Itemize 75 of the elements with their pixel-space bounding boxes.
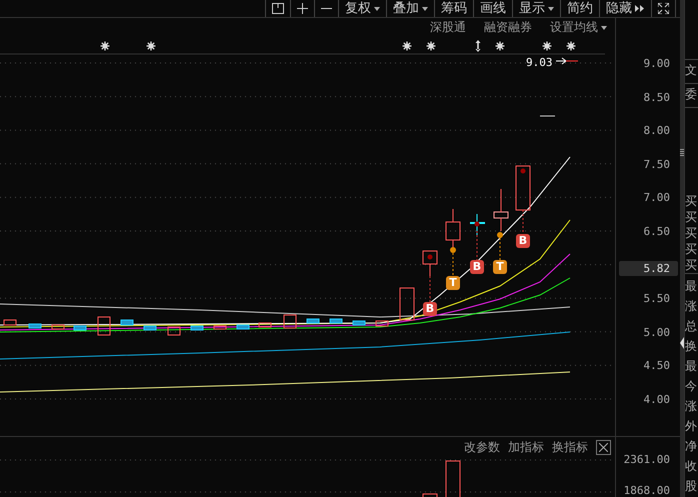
price-axis-label: 5.00 — [644, 326, 670, 340]
stat-label: 净 — [685, 438, 698, 455]
quote-label: 买 — [685, 193, 698, 209]
volume-axis-label: 2361.00 — [624, 453, 670, 467]
price-axis-label: 8.50 — [644, 90, 670, 105]
star-mark-icon — [542, 42, 552, 50]
fullscreen-button[interactable] — [651, 0, 676, 17]
up-down-arrow-icon — [476, 40, 480, 52]
indicator-button[interactable]: 改参数 — [464, 439, 500, 456]
plus-icon — [297, 3, 308, 14]
ma-settings-link[interactable]: 设置均线 — [550, 19, 607, 36]
candlestick — [400, 288, 414, 320]
star-mark-icon — [100, 42, 110, 50]
close-icon — [599, 443, 608, 452]
price-axis-label: 7.50 — [644, 158, 670, 172]
arrow-icon — [556, 57, 578, 64]
volume-axis-label: 1868.00 — [624, 484, 670, 497]
stat-label: 收 — [685, 458, 698, 475]
volume-bars-drawing — [422, 460, 460, 497]
grip-icon — [680, 148, 684, 156]
candlestick — [422, 250, 438, 276]
signal-badge: T — [446, 276, 460, 290]
panel-label: 文 — [685, 62, 698, 79]
stat-label: 最 — [685, 278, 698, 295]
signal-dot — [450, 247, 456, 253]
quote-label: 买 — [685, 241, 698, 257]
indicator-button[interactable]: 换指标 — [552, 439, 588, 456]
star-mark-icon — [566, 42, 576, 50]
left-arrow-icon — [680, 336, 684, 348]
stat-label: 换 — [685, 338, 698, 355]
price-axis-label: 9.00 — [644, 57, 670, 71]
signal-dot — [474, 222, 480, 226]
signal-badge: T — [493, 260, 507, 274]
double-arrow-icon — [635, 5, 645, 12]
price-axis-label: 8.00 — [644, 124, 670, 138]
stat-label: 涨 — [685, 398, 698, 415]
panel-label: 委 — [685, 86, 698, 103]
close-button[interactable] — [596, 440, 611, 455]
star-mark-icon — [496, 42, 504, 50]
doji-candlestick — [470, 214, 485, 236]
star-mark-icon — [402, 42, 412, 50]
candlestick — [446, 208, 460, 250]
stat-label: 股 — [685, 478, 698, 495]
star-mark-icon — [146, 42, 156, 50]
stat-label: 外 — [685, 418, 698, 435]
star-mark-icon — [426, 42, 436, 50]
stat-label: 今 — [685, 378, 698, 395]
signal-dot — [428, 254, 432, 260]
quote-label: 买 — [685, 209, 698, 225]
price-axis-label: 6.50 — [644, 225, 670, 239]
candlestick — [494, 188, 508, 232]
signal-badge: B — [423, 302, 437, 316]
leader-line — [452, 252, 454, 278]
signal-dot — [497, 232, 503, 238]
candlestick — [516, 166, 530, 210]
signal-badge: B — [516, 234, 530, 248]
signal-dot — [520, 168, 526, 174]
price-axis-label: 7.00 — [644, 191, 670, 206]
stat-label: 涨 — [685, 298, 698, 315]
indicator-button[interactable]: 加指标 — [508, 439, 544, 456]
price-axis-label: 5.50 — [644, 292, 670, 306]
leader-line — [476, 230, 478, 262]
quote-label: 买 — [685, 257, 698, 273]
header-link[interactable]: 融资融券 — [484, 19, 532, 36]
header-link[interactable]: 深股通 — [430, 19, 466, 36]
quote-label: 买 — [685, 225, 698, 241]
signal-badge: B — [470, 260, 484, 274]
stat-label: 总 — [685, 318, 698, 335]
expand-icon — [658, 3, 669, 14]
price-axis-label: 4.50 — [644, 359, 670, 374]
price-marker: 9.03 — [526, 56, 552, 69]
window-icon — [272, 3, 284, 14]
current-price-label: 5.82 — [619, 261, 678, 276]
stat-label: 最 — [685, 358, 698, 375]
price-axis-label: 4.00 — [644, 393, 670, 407]
